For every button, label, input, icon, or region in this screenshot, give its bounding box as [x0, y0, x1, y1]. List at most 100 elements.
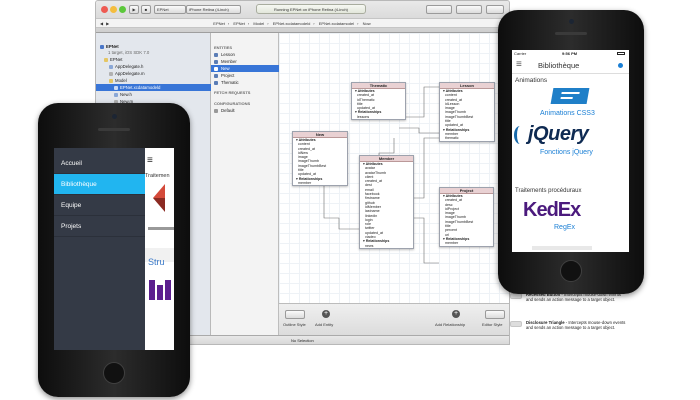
source-file-icon	[109, 71, 113, 76]
next-item-peek	[532, 246, 592, 250]
purple-logo-image	[149, 280, 171, 300]
entities-outline: ENTITIES Lesson Member New Project Thema…	[211, 33, 279, 344]
run-button[interactable]: ▶	[129, 5, 139, 14]
xcode-toolbar: ▶ ■ EPNet iPhone Retina (4-inch) Running…	[96, 1, 509, 33]
jumpbar-item[interactable]: Now	[363, 21, 371, 26]
jump-bar[interactable]: ◀ ▶ EPNet › EPNet › Model › EPNet.xcdatamode…	[96, 18, 509, 28]
clock-label: 9:56 PM	[562, 51, 578, 56]
editor-mode-buttons[interactable]	[426, 5, 452, 14]
entity-icon	[214, 80, 218, 85]
entity-icon	[214, 66, 218, 71]
navigator-item[interactable]: EPNet	[96, 56, 211, 63]
entities-header: ENTITIES	[214, 45, 233, 50]
entity-item[interactable]: Project	[211, 72, 279, 79]
menu-item-bibliotheque[interactable]: Bibliothèque	[54, 174, 145, 195]
status-dot-icon	[618, 63, 623, 68]
add-relationship-button[interactable]: +	[452, 310, 460, 318]
hamburger-icon[interactable]: ≡	[516, 58, 522, 72]
navigator-item[interactable]: AppDelegate.m	[96, 70, 211, 77]
configuration-icon	[214, 108, 218, 113]
left-phone-screen: ≡ Traitemen Stru Accueil Bibliothèque Eq…	[54, 148, 174, 350]
navigator-item[interactable]: AppDelegate.h	[96, 63, 211, 70]
organizer-button[interactable]	[486, 5, 504, 14]
folder-icon	[104, 57, 108, 62]
outline-style-toggle[interactable]	[285, 310, 305, 319]
configurations-header: CONFIGURATIONS	[214, 101, 251, 106]
scheme-selector[interactable]: EPNet	[154, 5, 186, 14]
menu-item-accueil[interactable]: Accueil	[54, 153, 145, 174]
entity-box-lesson[interactable]: Lesson ▾ Attributes content created_at i…	[439, 82, 495, 142]
library-item-css3[interactable]: Animations CSS3	[512, 86, 629, 122]
item-caption: RegEx	[554, 224, 576, 231]
navigator-item[interactable]: Model	[96, 77, 211, 84]
plus-icon: +	[323, 310, 329, 317]
jumpbar-item[interactable]: EPNet	[213, 21, 225, 26]
home-button[interactable]	[560, 260, 582, 282]
entity-icon	[214, 73, 218, 78]
jumpbar-back-icon[interactable]: ◀	[100, 21, 103, 26]
entity-item[interactable]: Thematic	[211, 79, 279, 86]
stop-button[interactable]: ■	[141, 5, 151, 14]
css3-logo-image	[550, 88, 590, 104]
model-diagram-canvas[interactable]: Thematic ▾ Attributes created_at idThema…	[279, 33, 509, 303]
left-iphone: ≡ Traitemen Stru Accueil Bibliothèque Eq…	[38, 103, 190, 397]
menu-item-equipe[interactable]: Equipe	[54, 195, 145, 216]
menu-item-projets[interactable]: Projets	[54, 216, 145, 237]
activity-status: Running EPNet on iPhone Retina (4-inch)	[256, 4, 366, 14]
entity-box-thematic[interactable]: Thematic ▾ Attributes created_at idThema…	[351, 82, 406, 121]
jquery-swirl-icon	[514, 126, 526, 144]
hamburger-icon[interactable]: ≡	[147, 156, 153, 166]
section-header-traitements: Traitements procéduraux	[515, 188, 582, 194]
logo-text-image	[148, 227, 174, 230]
editor-style-toggle[interactable]	[485, 310, 505, 319]
plus-icon: +	[453, 310, 459, 317]
fetch-requests-header: FETCH REQUESTS	[214, 90, 251, 95]
diagram-bottom-bar: Outline Style + Add Entity + Add Relatio…	[279, 303, 509, 335]
entity-box-new[interactable]: New ▾ Attributes content created_at idNe…	[292, 131, 348, 187]
entity-item-selected[interactable]: New	[211, 65, 279, 72]
library-item-jquery[interactable]: jQuery Fonctions jQuery	[512, 122, 629, 166]
view-toggle-buttons[interactable]	[456, 5, 482, 14]
editor-style-label: Editor Style	[482, 322, 503, 327]
entity-box-project[interactable]: Project ▾ Attributes created_at desc idP…	[439, 187, 494, 247]
minimize-window-button[interactable]	[110, 6, 117, 13]
right-phone-screen: Carrier 9:56 PM ≡ Bibliothèque Animation…	[512, 50, 629, 252]
device-selector[interactable]: iPhone Retina (4-inch)	[186, 5, 241, 14]
kedex-logo: KedEx	[523, 199, 581, 221]
entity-item[interactable]: Member	[211, 58, 279, 65]
entity-box-member[interactable]: Member ▾ Attributes avatar avatarThumb c…	[359, 155, 414, 249]
battery-icon	[617, 52, 625, 55]
jquery-logo: jQuery	[528, 123, 589, 145]
item-caption: Animations CSS3	[540, 110, 595, 117]
navigator-item-selected[interactable]: EPNet.xcdatamodeld	[96, 84, 211, 91]
close-window-button[interactable]	[101, 6, 108, 13]
jumpbar-item[interactable]: Model	[253, 21, 264, 26]
jumpbar-item[interactable]: EPNet	[233, 21, 245, 26]
configuration-item[interactable]: Default	[211, 107, 279, 114]
content-panel: ≡ Traitemen Stru	[145, 148, 174, 350]
home-button[interactable]	[103, 362, 125, 384]
header-file-icon	[114, 92, 118, 97]
header-file-icon	[109, 64, 113, 69]
peek-section-label: Traitemen	[145, 173, 170, 179]
jumpbar-item[interactable]: EPNet.xcdatamodel	[319, 21, 354, 26]
no-selection-label: No Selection	[291, 338, 314, 343]
jumpbar-forward-icon[interactable]: ▶	[106, 21, 109, 26]
navigator-item: 1 target, iOS SDK 7.0	[108, 50, 150, 55]
data-model-icon	[114, 85, 118, 90]
item-caption: Fonctions jQuery	[540, 149, 593, 156]
nav-bar: ≡ Bibliothèque	[512, 57, 629, 74]
navigator-item[interactable]: New.h	[96, 91, 211, 98]
add-entity-button[interactable]: +	[322, 310, 330, 318]
zoom-window-button[interactable]	[119, 6, 126, 13]
disclosure-triangle-icon	[510, 321, 522, 327]
carrier-label: Carrier	[514, 51, 527, 56]
library-item-regex[interactable]: KedEx RegEx	[512, 196, 629, 240]
jumpbar-item[interactable]: EPNet.xcdatamodeld	[273, 21, 311, 26]
speaker-grille	[555, 32, 587, 35]
section-header-animations: Animations	[515, 77, 548, 84]
entity-item[interactable]: Lesson	[211, 51, 279, 58]
page-title: Bibliothèque	[538, 61, 580, 70]
play-icon: ▶	[132, 7, 136, 12]
entity-icon	[214, 59, 218, 64]
